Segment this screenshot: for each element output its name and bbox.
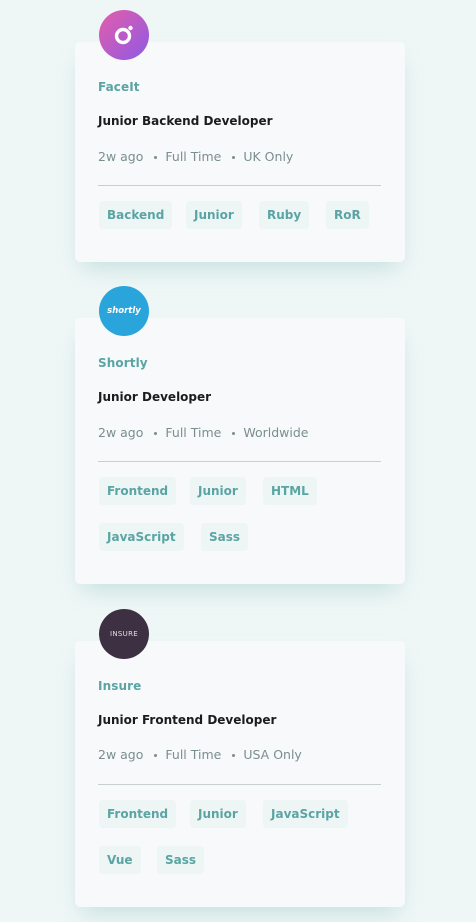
shortly-logo-icon: shortly xyxy=(107,306,141,316)
job-meta: 2w ago Full Time Worldwide xyxy=(98,425,309,440)
job-title[interactable]: Junior Developer xyxy=(98,390,211,404)
job-title[interactable]: Junior Frontend Developer xyxy=(98,713,276,727)
filter-tag[interactable]: Junior xyxy=(190,800,246,828)
separator-dot-icon xyxy=(232,753,236,757)
posted-time: 2w ago xyxy=(98,149,144,164)
filter-tag[interactable]: Ruby xyxy=(259,201,310,229)
job-card[interactable]: FaceIt Junior Backend Developer 2w ago F… xyxy=(75,10,405,262)
job-title[interactable]: Junior Backend Developer xyxy=(98,114,273,128)
separator-dot-icon xyxy=(232,155,236,159)
contract-type: Full Time xyxy=(165,425,222,440)
card-divider xyxy=(98,185,381,186)
company-name[interactable]: Shortly xyxy=(98,356,148,370)
company-logo: INSURE xyxy=(99,609,149,659)
filter-tag[interactable]: Junior xyxy=(190,477,246,505)
separator-dot-icon xyxy=(154,155,158,159)
filter-tag[interactable]: Sass xyxy=(201,523,249,551)
filter-tag[interactable]: RoR xyxy=(326,201,369,229)
job-card[interactable]: shortly Shortly Junior Developer 2w ago … xyxy=(75,286,405,584)
job-card[interactable]: INSURE Insure Junior Frontend Developer … xyxy=(75,609,405,907)
filter-tag[interactable]: HTML xyxy=(263,477,317,505)
card-divider xyxy=(98,784,381,785)
company-name[interactable]: Insure xyxy=(98,679,141,693)
company-name[interactable]: FaceIt xyxy=(98,80,140,94)
contract-type: Full Time xyxy=(165,149,222,164)
company-logo: shortly xyxy=(99,286,149,336)
job-location: USA Only xyxy=(243,747,302,762)
separator-dot-icon xyxy=(154,431,158,435)
filter-tag[interactable]: Frontend xyxy=(99,477,177,505)
filter-tag[interactable]: Sass xyxy=(157,846,205,874)
filter-tag[interactable]: JavaScript xyxy=(263,800,348,828)
separator-dot-icon xyxy=(232,431,236,435)
job-meta: 2w ago Full Time UK Only xyxy=(98,149,293,164)
contract-type: Full Time xyxy=(165,747,222,762)
filter-tag[interactable]: Junior xyxy=(186,201,242,229)
filter-tag[interactable]: JavaScript xyxy=(99,523,184,551)
job-location: Worldwide xyxy=(243,425,309,440)
card-divider xyxy=(98,461,381,462)
posted-time: 2w ago xyxy=(98,747,144,762)
faceit-logo-icon xyxy=(114,25,133,45)
posted-time: 2w ago xyxy=(98,425,144,440)
filter-tag[interactable]: Vue xyxy=(99,846,141,874)
job-listings: FaceIt Junior Backend Developer 2w ago F… xyxy=(0,0,476,922)
filter-tag[interactable]: Backend xyxy=(99,201,173,229)
separator-dot-icon xyxy=(154,753,158,757)
insure-logo-icon: INSURE xyxy=(110,630,138,638)
company-logo xyxy=(99,10,149,60)
job-meta: 2w ago Full Time USA Only xyxy=(98,747,302,762)
job-location: UK Only xyxy=(243,149,294,164)
filter-tag[interactable]: Frontend xyxy=(99,800,177,828)
